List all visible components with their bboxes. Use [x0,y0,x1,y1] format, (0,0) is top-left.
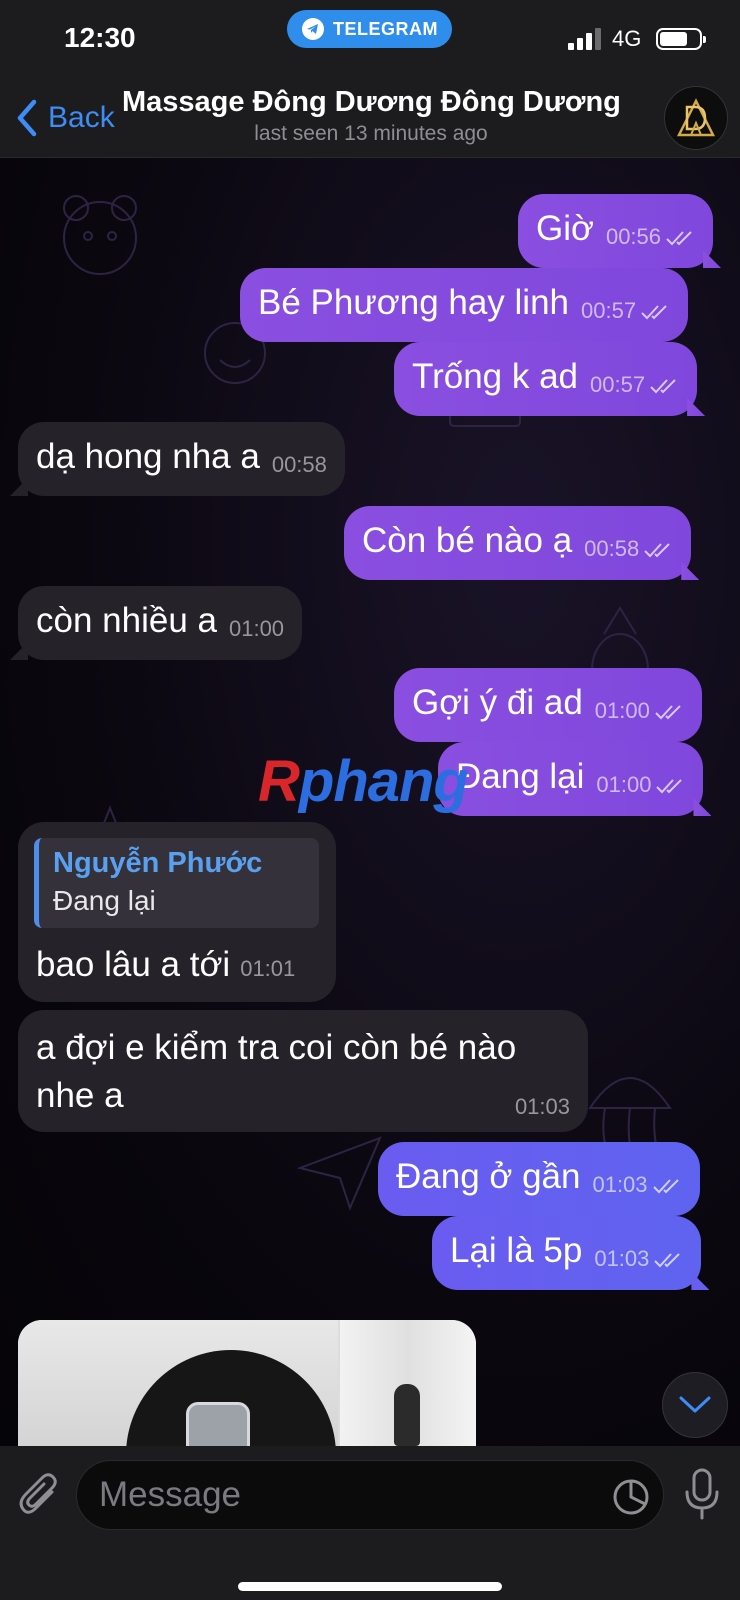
home-indicator [238,1582,502,1591]
double-check-icon [641,305,667,320]
logo-icon [676,98,716,137]
chevron-down-icon [679,1396,711,1413]
double-check-icon [650,379,676,394]
message-text: dạ hong nha a [36,437,260,476]
message-out[interactable]: Còn bé nào ạ 00:58 [344,506,692,580]
message-time: 00:58 [584,536,640,561]
message-in[interactable]: dạ hong nha a 00:58 [18,422,345,496]
photo-thumbnail[interactable] [18,1320,338,1446]
status-bar: 12:30 TELEGRAM 4G [0,0,740,80]
message-text: Đang lại [456,757,585,796]
signal-icon [568,28,601,50]
message-out[interactable]: Lại là 5p 01:03 [432,1216,702,1290]
watermark-logo: Rphang [258,749,469,814]
message-time: 01:01 [240,956,296,981]
reply-author: Nguyễn Phước [53,847,263,879]
chat-area[interactable]: Giờ 00:56 Bé Phương hay linh 00:57 Trống k… [0,158,740,1446]
message-time: 01:00 [596,772,652,797]
double-check-icon [654,1253,681,1268]
message-text: Bé Phương hay linh [258,283,570,322]
message-text: Gợi ý đi ad [412,683,583,722]
message-text: Còn bé nào ạ [362,521,573,560]
double-check-icon [666,231,692,246]
reply-quoted-text: Đang lại [53,885,156,916]
doodle-bear-icon [63,195,137,275]
paperclip-icon[interactable] [18,1472,60,1518]
photo-album[interactable] [18,1320,476,1446]
message-text: bao lâu a tới [36,945,231,984]
chevron-left-icon [17,99,37,137]
message-time: 01:03 [592,1172,648,1197]
back-button[interactable]: Back [14,98,115,138]
message-out[interactable]: Giờ 00:56 [518,194,714,268]
back-label: Back [48,101,115,134]
chat-title[interactable]: Massage Đông Dương Đông Dương [122,86,621,119]
message-text: Đang ở gần [396,1157,581,1196]
message-time: 01:03 [514,1094,570,1119]
message-text: Giờ [536,209,594,248]
message-text: Trống k ad [412,357,579,396]
doodle-plane-icon [296,1136,382,1211]
message-in[interactable]: a đợi e kiểm tra coi còn bé nào nhe a 01… [18,1010,588,1132]
battery-icon [656,28,706,50]
message-time: 01:00 [228,616,285,641]
message-text: Lại là 5p [450,1231,583,1270]
network-type: 4G [612,26,642,51]
message-out[interactable]: Trống k ad 00:57 [394,342,698,416]
telegram-plane-icon [302,18,324,40]
message-time: 00:57 [581,298,637,323]
double-check-icon [656,779,683,794]
message-time: 01:00 [594,698,650,723]
reply-quote[interactable]: Nguyễn Phước Đang lại [34,838,319,928]
message-out[interactable]: Đang ở gần 01:03 [378,1142,700,1216]
telegram-pill[interactable]: TELEGRAM [287,10,452,48]
message-text: còn nhiều a [36,601,217,640]
message-out[interactable]: Đang lại 01:00 [438,742,704,816]
chat-header: Back Massage Đông Dương Đông Dương last … [0,80,740,158]
sticker-icon[interactable] [612,1478,650,1516]
message-text: a đợi e kiểm tra coi còn bé nào nhe a [36,1028,517,1115]
message-out[interactable]: Bé Phương hay linh 00:57 [240,268,689,342]
composer-bar [0,1446,740,1600]
message-time: 01:03 [594,1246,650,1271]
scroll-down-button[interactable] [662,1372,728,1438]
telegram-pill-label: TELEGRAM [333,18,438,39]
message-out[interactable]: Gợi ý đi ad 01:00 [394,668,702,742]
message-in-reply[interactable]: Nguyễn Phước Đang lại bao lâu a tới 01:01 [18,822,336,1002]
double-check-icon [652,1179,679,1194]
photo-thumbnail[interactable] [340,1320,476,1446]
double-check-icon [644,543,670,558]
status-time: 12:30 [64,22,136,53]
last-seen-status: last seen 13 minutes ago [254,122,488,145]
message-in[interactable]: còn nhiều a 01:00 [18,586,303,660]
microphone-icon[interactable] [684,1468,720,1520]
message-time: 00:56 [605,224,662,249]
message-time: 00:58 [271,452,327,477]
message-time: 00:57 [590,372,646,397]
avatar[interactable] [664,86,728,150]
message-input[interactable] [76,1460,664,1530]
double-check-icon [655,705,681,720]
